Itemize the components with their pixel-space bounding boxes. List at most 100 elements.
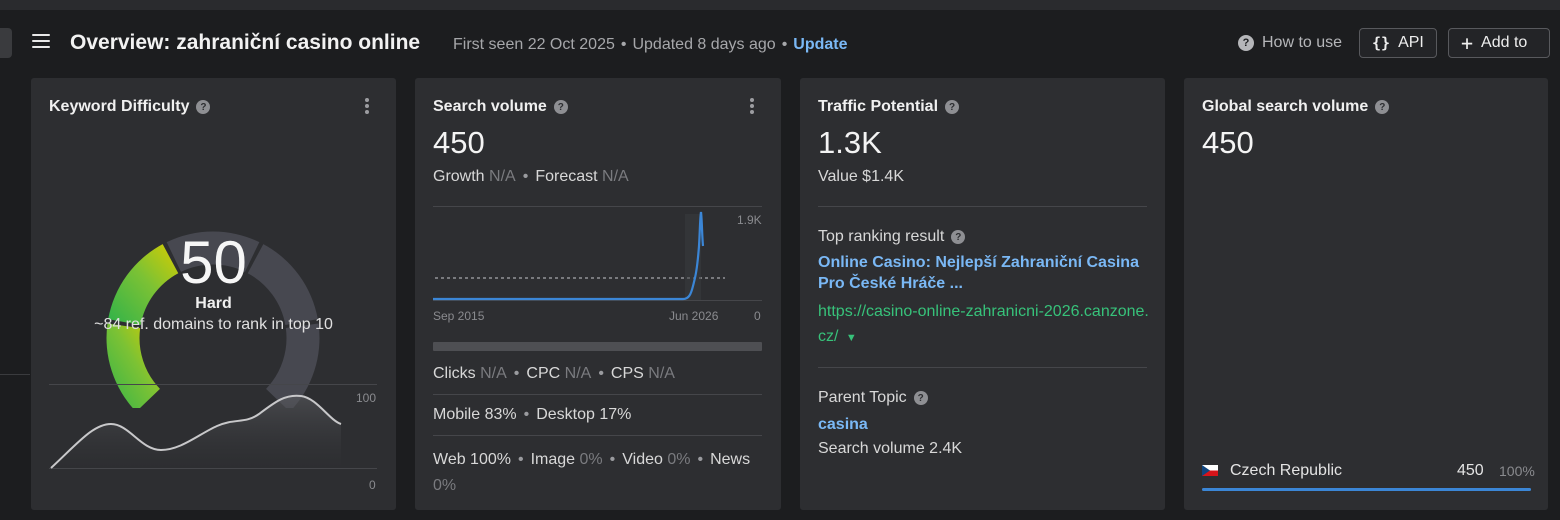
web-share: Web 100% [433,451,511,468]
page-title: Overview: zahraniční casino online [70,31,421,54]
desktop-share: Desktop 17% [536,406,632,423]
country-volume: 450 [1457,462,1484,479]
update-link[interactable]: Update [793,36,847,53]
card-title: Global search volume ? [1202,98,1390,116]
country-share-bar [1202,488,1531,491]
clicks-value: N/A [480,365,507,382]
more-options-icon[interactable] [749,98,755,116]
difficulty-score: 50 [180,229,247,296]
chart-scrollbar[interactable] [433,342,762,351]
growth-forecast-line: Growth N/A • Forecast N/A [433,168,629,186]
mobile-share: Mobile 83% [433,406,517,423]
dot-separator: • [513,365,520,382]
dot-separator: • [620,36,627,53]
dot-separator: • [522,168,529,185]
add-to-button[interactable]: + Add to [1448,28,1550,58]
chart-max-label: 1.9K [737,213,762,227]
help-icon[interactable]: ? [913,391,928,405]
top-ranking-label: Top ranking result [818,228,945,245]
chart-start-date: Sep 2015 [433,309,485,323]
difficulty-trend-chart [50,394,342,469]
top-ranking-heading: Top ranking result ? [818,228,966,246]
image-value: 0% [579,451,603,468]
card-title: Traffic Potential ? [818,98,960,116]
card-title-text: Keyword Difficulty [49,98,190,115]
help-icon[interactable]: ? [196,100,211,114]
updated-text: Updated 8 days ago [632,36,776,53]
help-icon[interactable]: ? [1375,100,1390,114]
menu-icon[interactable] [32,34,50,50]
card-title: Keyword Difficulty ? [49,98,211,116]
traffic-potential-value: 1.3K [818,125,882,160]
traffic-potential-card: Traffic Potential ? 1.3K Value $1.4K Top… [800,78,1165,510]
first-seen-text: First seen 22 Oct 2025 [453,36,615,53]
video-label: Video [622,451,663,468]
help-icon[interactable]: ? [951,230,966,244]
card-title-text: Search volume [433,98,547,115]
divider [818,367,1147,368]
parent-topic-volume: Search volume 2.4K [818,440,963,457]
plus-icon: + [1461,31,1474,55]
page-header: Overview: zahraniční casino online First… [0,24,1560,66]
volume-line [433,211,705,301]
page-meta: First seen 22 Oct 2025 • Updated 8 days ag… [453,36,848,54]
help-icon: ? [1238,35,1254,51]
search-volume-card: Search volume ? 450 Growth N/A • Forecast … [415,78,781,510]
country-row[interactable]: Czech Republic 450 100% [1202,462,1535,484]
global-search-volume-card: Global search volume ? 450 Czech Republi… [1184,78,1548,510]
search-volume-value: 450 [433,125,485,160]
divider [818,206,1147,207]
traffic-value: Value $1.4K [818,168,904,185]
card-title: Search volume ? [433,98,568,116]
cps-label: CPS [610,365,644,382]
api-button[interactable]: {} API [1359,28,1437,58]
top-result-url-row: https://casino-online-zahranicni-2026.ca… [818,299,1153,349]
dot-separator: • [517,451,524,468]
braces-icon: {} [1372,34,1391,52]
news-label: News [710,451,751,468]
trend-area [51,395,341,468]
chart-min-label: 0 [754,309,761,323]
top-result-url-link[interactable]: https://casino-online-zahranicni-2026.ca… [818,303,1149,345]
how-to-use-label: How to use [1262,34,1343,51]
cpc-value: N/A [564,365,592,382]
news-value: 0% [433,477,457,494]
search-volume-chart [433,211,725,301]
keyword-difficulty-card: Keyword Difficulty ? 50 Hard ~84 ref. do… [31,78,396,510]
clicks-cpc-line: Clicks N/A • CPC N/A • CPS N/A [433,365,675,383]
parent-topic-link[interactable]: casina [818,414,868,435]
dot-separator: • [609,451,616,468]
image-label: Image [530,451,576,468]
sidebar-divider [0,374,30,375]
czech-flag-icon [1202,465,1218,476]
device-split-line: Mobile 83% • Desktop 17% [433,406,631,424]
add-to-label: Add to [1481,34,1528,51]
help-icon[interactable]: ? [945,100,960,114]
top-result-title-link[interactable]: Online Casino: Nejlepší Zahraniční Casin… [818,252,1153,294]
top-strip [0,0,1560,10]
card-title-text: Global search volume [1202,98,1369,115]
divider [433,394,762,395]
forecast-label: Forecast [535,168,598,185]
dot-separator: • [781,36,788,53]
chart-min-label: 0 [369,478,376,492]
help-icon[interactable]: ? [553,100,568,114]
how-to-use-button[interactable]: ? How to use [1238,34,1342,52]
clicks-label: Clicks [433,365,476,382]
api-label: API [1398,34,1424,51]
dot-separator: • [697,451,704,468]
country-name: Czech Republic [1230,462,1343,479]
growth-value: N/A [489,168,516,185]
video-value: 0% [667,451,691,468]
serp-type-line: Web 100% • Image 0% • Video 0% • News 0% [433,447,753,499]
caret-down-icon[interactable]: ▼ [846,332,857,344]
forecast-value: N/A [602,168,629,185]
dot-separator: • [523,406,530,423]
parent-topic-heading: Parent Topic ? [818,389,928,407]
cpc-label: CPC [526,365,561,382]
country-share: 100% [1499,463,1535,479]
dot-separator: • [598,365,604,382]
more-options-icon[interactable] [364,98,370,116]
parent-topic-label: Parent Topic [818,389,907,406]
ref-domains-text: ~84 ref. domains to rank in top 10 [94,316,333,333]
